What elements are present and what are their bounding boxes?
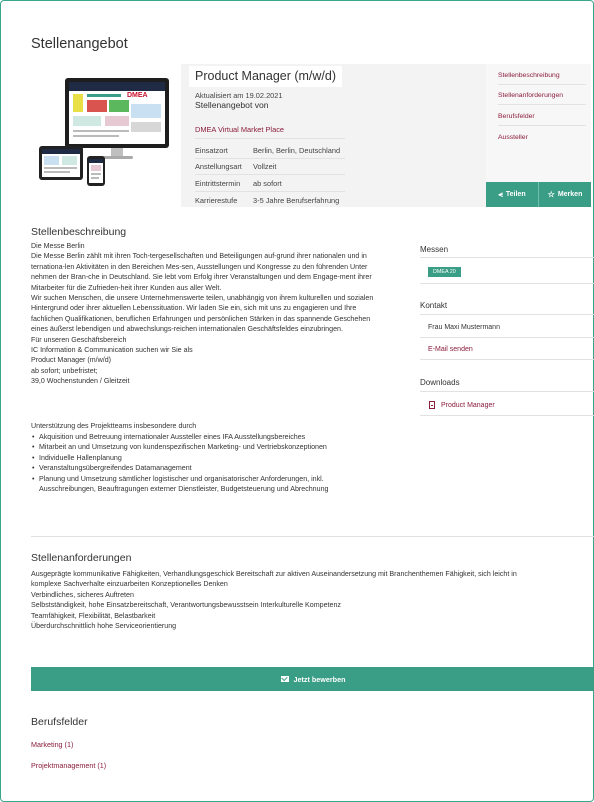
pdf-icon <box>429 401 435 409</box>
detail-row: Eintrittstermin ab sofort <box>195 179 282 188</box>
page-frame: Stellenangebot DMEA Product Manager (m/w… <box>0 0 594 802</box>
updated-date: Aktualisiert am 19.02.2021 <box>195 91 283 100</box>
phone-illustration <box>87 156 105 186</box>
fields-heading: Berufsfelder <box>31 716 88 728</box>
share-icon: ⪪ <box>498 189 503 199</box>
detail-row: Anstellungsart Vollzeit <box>195 162 277 171</box>
page-title: Stellenangebot <box>31 36 128 52</box>
duties-list: Akquisition und Betreuung internationale… <box>31 432 328 494</box>
list-item: Veranstaltungsübergreifendes Datamanagem… <box>31 463 328 474</box>
messe-tag[interactable]: DMEA 20 <box>428 267 461 277</box>
share-button[interactable]: ⪪ Teilen <box>486 182 538 207</box>
job-header: DMEA Product Manager (m/w/d) Aktualisier… <box>31 64 591 207</box>
list-item: Akquisition und Betreuung internationale… <box>31 432 328 443</box>
apply-button[interactable]: Jetzt bewerben <box>31 667 594 691</box>
support-intro: Unterstützung des Projektteams insbesond… <box>31 422 197 430</box>
monitor-illustration: DMEA <box>65 78 169 148</box>
nav-link-aussteller[interactable]: Aussteller <box>498 134 528 141</box>
offer-by-label: Stellenangebot von <box>195 100 269 110</box>
save-button[interactable]: ☆ Merken <box>538 182 591 207</box>
messen-heading: Messen <box>420 245 449 254</box>
envelope-icon <box>280 676 289 682</box>
dmea-logo: DMEA <box>127 92 148 99</box>
description-heading: Stellenbeschreibung <box>31 226 127 238</box>
list-item: Mitarbeit an und Umsetzung von kundenspe… <box>31 442 328 453</box>
company-link[interactable]: DMEA Virtual Market Place <box>195 125 284 134</box>
detail-row: Karrierestufe 3-5 Jahre Berufserfahrung <box>195 196 340 205</box>
list-item-continuation: Ausschreibungen, Beauftragungen externer… <box>39 485 329 494</box>
kontakt-heading: Kontakt <box>420 301 448 310</box>
action-bar: ⪪ Teilen ☆ Merken <box>486 182 591 207</box>
list-item: Planung und Umsetzung sämtlicher logisti… <box>31 474 328 485</box>
job-image: DMEA <box>31 64 181 207</box>
field-link-marketing[interactable]: Marketing (1) <box>31 740 73 749</box>
contact-name: Frau Maxi Mustermann <box>428 324 500 331</box>
download-link[interactable]: Product Manager <box>429 401 495 409</box>
field-link-projektmanagement[interactable]: Projektmanagement (1) <box>31 761 106 770</box>
star-icon: ☆ <box>547 190 555 199</box>
job-summary: Product Manager (m/w/d) Aktualisiert am … <box>181 64 486 207</box>
job-title: Product Manager (m/w/d) <box>189 66 343 87</box>
nav-link-stellenbeschreibung[interactable]: Stellenbeschreibung <box>498 72 560 79</box>
requirements-heading: Stellenanforderungen <box>31 552 132 564</box>
list-item: Individuelle Hallenplanung <box>31 453 328 464</box>
downloads-heading: Downloads <box>420 378 460 387</box>
tablet-illustration <box>39 146 83 180</box>
nav-link-berufsfelder[interactable]: Berufsfelder <box>498 113 535 120</box>
detail-row: Einsatzort Berlin, Berlin, Deutschland <box>195 146 341 155</box>
email-link[interactable]: E-Mail senden <box>428 346 473 353</box>
description-text: Die Messe Berlin Die Messe Berlin zählt … <box>31 242 374 386</box>
requirements-text: Ausgeprägte kommunikative Fähigkeiten, V… <box>31 570 517 631</box>
section-nav: Stellenbeschreibung Stellenanforderungen… <box>486 64 591 207</box>
nav-link-stellenanforderungen[interactable]: Stellenanforderungen <box>498 92 563 99</box>
